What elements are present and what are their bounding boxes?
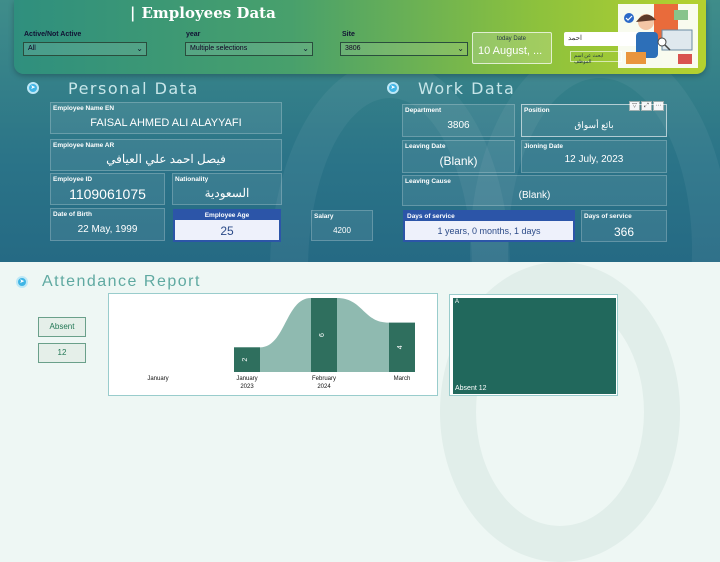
- employee-age-label: Employee Age: [175, 211, 279, 220]
- employee-id-label: Employee ID: [53, 176, 93, 183]
- attendance-section-icon: ➤: [16, 276, 28, 288]
- service-days-card: Days of service 366: [581, 210, 667, 242]
- work-section-title: Work Data: [418, 79, 516, 98]
- treemap-tile-label: Absent 12: [455, 385, 487, 392]
- chart-category-label: January: [147, 376, 168, 382]
- chart-data-label: 4: [397, 345, 404, 349]
- chart-category-label: February: [312, 376, 336, 382]
- slicer-label-site: Site: [342, 31, 355, 38]
- chevron-down-icon: ⌄: [457, 44, 464, 53]
- employee-name-en-card: Employee Name EN FAISAL AHMED ALI ALAYYA…: [50, 102, 282, 134]
- absent-label-button[interactable]: Absent: [38, 317, 86, 337]
- department-value: 3806: [447, 120, 470, 131]
- salary-value: 4200: [333, 226, 351, 235]
- position-card: Position بائع أسواق: [521, 104, 667, 137]
- personal-section-icon: ➤: [27, 82, 39, 94]
- employee-name-ar-label: Employee Name AR: [53, 142, 115, 149]
- today-date-label: today Date: [497, 36, 527, 42]
- employee-name-en-label: Employee Name EN: [53, 105, 115, 112]
- department-card: Department 3806: [402, 104, 515, 137]
- service-days-label: Days of service: [584, 213, 632, 220]
- active-slicer[interactable]: All ⌄: [23, 42, 147, 56]
- employee-name-ar-card: Employee Name AR فيصل احمد علي العيافي: [50, 139, 282, 171]
- leaving-cause-value: (Blank): [518, 190, 551, 201]
- today-date-value: 10 August, ...: [478, 45, 543, 57]
- service-text-label: Days of service: [405, 212, 573, 221]
- employee-age-value: 25: [220, 224, 234, 238]
- work-section-icon: ➤: [387, 82, 399, 94]
- chart-year-label: 2024: [317, 384, 331, 390]
- chevron-down-icon: ⌄: [302, 44, 309, 53]
- department-label: Department: [405, 107, 442, 114]
- nationality-label: Nationality: [175, 176, 209, 183]
- chart-data-label: 6: [319, 333, 326, 337]
- employee-name-ar-value: فيصل احمد علي العيافي: [106, 152, 226, 166]
- page-title-text: Employees Data: [141, 4, 276, 22]
- secondary-search-box[interactable]: ابحث عن اسم الموظف: [570, 51, 622, 65]
- service-text-card: Days of service 1 years, 0 months, 1 day…: [403, 210, 575, 242]
- employee-id-value: 1109061075: [69, 186, 146, 202]
- year-slicer-value: Multiple selections: [190, 45, 248, 52]
- slicer-label-active: Active/Not Active: [24, 31, 82, 38]
- salary-label: Salary: [314, 213, 334, 220]
- treemap-tile-absent[interactable]: A Absent 12: [453, 298, 616, 394]
- attendance-chart: 2 January 2023 6 February 2024 4 March January: [108, 293, 438, 396]
- slicer-label-year: year: [186, 31, 201, 38]
- employee-name-en-value: FAISAL AHMED ALI ALAYYAFI: [90, 117, 242, 129]
- date-of-birth-label: Date of Birth: [53, 211, 92, 218]
- joining-date-label: Jioning Date: [524, 143, 564, 150]
- nationality-card: Nationality السعودية: [172, 173, 282, 205]
- treemap-tile-letter: A: [455, 299, 460, 305]
- employee-age-card: Employee Age 25: [173, 209, 281, 242]
- chart-year-label: 2023: [240, 384, 254, 390]
- attendance-section-title: Attendance Report: [42, 273, 201, 290]
- site-slicer-value: 3806: [345, 45, 361, 52]
- salary-card: Salary 4200: [311, 210, 373, 241]
- page-title: | Employees Data: [130, 4, 276, 22]
- joining-date-value: 12 July, 2023: [564, 154, 624, 165]
- position-value: بائع أسواق: [574, 120, 614, 130]
- position-label: Position: [524, 107, 550, 114]
- chart-data-label: 2: [242, 358, 249, 362]
- leaving-cause-card: Leaving Cause (Blank): [402, 175, 667, 206]
- search-value: احمد: [568, 35, 582, 42]
- leaving-date-card: Leaving Date (Blank): [402, 140, 515, 173]
- employee-id-card: Employee ID 1109061075: [50, 173, 165, 205]
- joining-date-card: Jioning Date 12 July, 2023: [521, 140, 667, 173]
- nationality-value: السعودية: [204, 186, 250, 200]
- chart-category-label: March: [394, 376, 411, 382]
- service-text-value: 1 years, 0 months, 1 days: [437, 226, 541, 236]
- year-slicer[interactable]: Multiple selections ⌄: [185, 42, 313, 56]
- chevron-down-icon: ⌄: [136, 44, 143, 53]
- service-days-value: 366: [613, 225, 635, 239]
- leaving-date-label: Leaving Date: [405, 143, 446, 150]
- leaving-date-value: (Blank): [439, 154, 478, 168]
- employee-illustration: [618, 4, 698, 68]
- date-of-birth-card: Date of Birth 22 May, 1999: [50, 208, 165, 241]
- personal-section-title: Personal Data: [68, 79, 199, 98]
- active-slicer-value: All: [28, 45, 36, 52]
- site-slicer[interactable]: 3806 ⌄: [340, 42, 468, 56]
- attendance-chart-svg: 2 January 2023 6 February 2024 4 March January: [147, 298, 415, 390]
- absent-count-button[interactable]: 12: [38, 343, 86, 363]
- leaving-cause-label: Leaving Cause: [405, 178, 451, 185]
- absence-treemap: A Absent 12: [449, 294, 618, 396]
- date-of-birth-value: 22 May, 1999: [77, 224, 138, 235]
- chart-category-label: January: [236, 376, 257, 382]
- today-date-card: today Date 10 August, ...: [472, 32, 552, 64]
